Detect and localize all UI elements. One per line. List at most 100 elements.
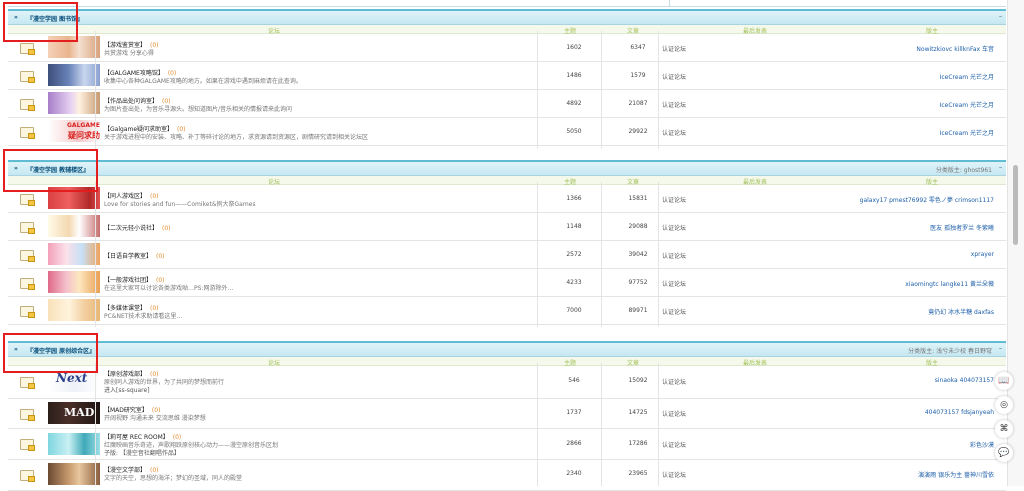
- section-moderators[interactable]: 分类版主: 浅兮未少校 春日野穹: [908, 346, 992, 355]
- forum-thumbnail[interactable]: GALGAME 疑问求助: [48, 120, 100, 142]
- forum-status-icon: [20, 194, 35, 206]
- forum-thumbnail[interactable]: [48, 92, 100, 114]
- forum-status-icon: [20, 377, 35, 389]
- forum-thumbnail[interactable]: Next: [48, 370, 100, 392]
- forum-status-icon: [20, 278, 35, 290]
- forum-row[interactable]: 【漫空文学部】 (0) 文字的天空，思想的海洋；梦幻的圣域，同人的殿堂 2340 …: [8, 460, 1006, 491]
- forum-name[interactable]: 【二次元轻小说社】 (0): [104, 223, 171, 232]
- forum-description: 文字的天空，思想的海洋；梦幻的圣域，同人的殿堂: [104, 475, 243, 482]
- forum-thumbnail[interactable]: [48, 243, 100, 265]
- forum-status-icon: [20, 306, 35, 318]
- moderator-list[interactable]: IceCream 光芒之月: [940, 100, 994, 109]
- forum-row[interactable]: 【一般游戏社团】 (0) 在这里大家可以讨论各类游戏呦…PS:网游除外… 4233…: [8, 269, 1006, 297]
- section-teaching: » 『漫空学园 教辅楼区』 分类版主: ghost961 – 论坛 主题 文章 …: [8, 160, 1006, 325]
- moderator-list[interactable]: sinaoka 404073157: [935, 377, 994, 384]
- forum-row[interactable]: 【莉可屋 REC ROOM】 (0) 红魔映画音乐奇迹，声歌翔跃原创核心动力——漫…: [8, 429, 1006, 460]
- forum-description: 开阔视野 沟通未来 交流思维 漫染梦想: [104, 415, 206, 422]
- qrcode-icon[interactable]: ⌘: [995, 420, 1013, 438]
- forum-row[interactable]: MAD 【MAD研究室】 (0) 开阔视野 沟通未来 交流思维 漫染梦想 1737…: [8, 399, 1006, 429]
- scrollbar[interactable]: [1007, 0, 1024, 486]
- last-post: 认证论坛: [662, 253, 687, 260]
- post-count: 6347: [630, 44, 646, 51]
- collapse-icon[interactable]: –: [999, 13, 1002, 20]
- book-icon[interactable]: 📖: [995, 372, 1013, 390]
- forum-name[interactable]: 【日语自学教室】 (0): [104, 251, 165, 260]
- help-icon[interactable]: ◎: [995, 396, 1013, 414]
- post-count: 23965: [628, 470, 648, 477]
- column-divider: [601, 31, 602, 149]
- column-header: 论坛 主题 文章 最后发表 版主: [8, 176, 1006, 186]
- forum-row[interactable]: 【GALGAME攻略馆】 (0) 收集中心各种GALGAME攻略的地方。如果在游戏…: [8, 62, 1006, 90]
- forum-description: Love for stories and fun——Comiket&例大祭Gam…: [104, 201, 256, 208]
- moderator-list[interactable]: 竟仍幻 冰水半糖 daxfas: [928, 307, 994, 316]
- collapse-icon[interactable]: –: [999, 164, 1002, 171]
- forum-thumbnail[interactable]: [48, 64, 100, 86]
- annotation-box: [3, 149, 98, 192]
- forum-thumbnail[interactable]: MAD: [48, 402, 100, 424]
- column-divider: [658, 182, 659, 327]
- section-header: » 『漫空学园 教辅楼区』 分类版主: ghost961 –: [8, 160, 1006, 176]
- moderator-list[interactable]: xiaomingtc langke11 黄兰朵薇: [905, 279, 994, 288]
- forum-row[interactable]: Next 【原创游戏部】 (0) 原创同人游戏的世界，为了共同的梦想而前行 进入[…: [8, 366, 1006, 399]
- previous-section-bottom: [8, 0, 1006, 7]
- topic-count: 7000: [566, 307, 582, 314]
- last-post: 认证论坛: [662, 309, 687, 316]
- forum-description: 关于游戏进程中的安装、攻略、补丁等碎讨论的地方，求资源请到资源区，剧情研究请到相…: [104, 134, 369, 141]
- moderator-list[interactable]: xprayer: [971, 251, 994, 258]
- column-divider: [95, 363, 96, 486]
- topic-count: 1737: [566, 409, 582, 416]
- moderator-list[interactable]: IceCream 光芒之月: [940, 128, 994, 137]
- moderator-list[interactable]: 彩色沙漠: [970, 440, 994, 449]
- forum-extra-link[interactable]: 进入[ss-square]: [104, 385, 150, 394]
- topic-count: 2866: [566, 440, 582, 447]
- section-header: » 『漫空学园 图书馆』 –: [8, 9, 1006, 25]
- forum-description: 共赏游戏 分享心得: [104, 50, 154, 57]
- moderator-list[interactable]: galaxy17 pmest76992 零色ノ夢 crimson1117: [860, 195, 994, 204]
- forum-thumbnail[interactable]: [48, 463, 100, 485]
- annotation-box: [3, 2, 78, 42]
- last-post: 认证论坛: [662, 281, 687, 288]
- moderator-list[interactable]: Nowitzkiovc killknFax 车音: [916, 44, 994, 53]
- post-count: 89971: [628, 307, 648, 314]
- moderator-list[interactable]: 医友 孤独者罗兰 冬紫曦: [930, 223, 994, 232]
- forum-row[interactable]: 【作品出处问询室】 (0) 为图片查出处，为音乐寻源头。想知道图片/音乐相关的情报…: [8, 90, 1006, 118]
- topic-count: 546: [568, 377, 580, 384]
- forum-row[interactable]: 【多媒体课堂】 (0) PC&NET技术求助请看这里… 7000 89971 认证…: [8, 297, 1006, 325]
- column-header: 论坛 主题 文章 最后发表 版主: [8, 357, 1006, 367]
- topic-count: 1486: [566, 72, 582, 79]
- post-count: 39042: [628, 251, 648, 258]
- forum-row[interactable]: 【二次元轻小说社】 (0) 1148 29088 认证论坛 医友 孤独者罗兰 冬紫…: [8, 213, 1006, 241]
- last-post: 认证论坛: [662, 411, 687, 418]
- post-count: 15831: [628, 195, 648, 202]
- forum-thumbnail[interactable]: [48, 299, 100, 321]
- moderator-list[interactable]: 404073157 fdsjanyeah: [925, 409, 994, 416]
- scrollbar-thumb[interactable]: [1013, 165, 1018, 245]
- section-moderators[interactable]: 分类版主: ghost961: [936, 165, 992, 174]
- forum-status-icon: [20, 222, 35, 234]
- forum-row[interactable]: 【游戏鉴赏室】 (0) 共赏游戏 分享心得 1602 6347 认证论坛 Nowi…: [8, 34, 1006, 62]
- post-count: 29088: [628, 223, 648, 230]
- forum-row[interactable]: 【同人游戏区】 (0) Love for stories and fun——Com…: [8, 185, 1006, 213]
- post-count: 17286: [628, 440, 648, 447]
- forum-row[interactable]: 【日语自学教室】 (0) 2572 39042 认证论坛 xprayer: [8, 241, 1006, 269]
- forum-thumbnail[interactable]: [48, 433, 100, 455]
- chat-icon[interactable]: 💬: [995, 444, 1013, 462]
- forum-row[interactable]: GALGAME 疑问求助 【Galgame疑问求助室】 (0) 关于游戏进程中的安装…: [8, 118, 1006, 146]
- forum-thumbnail[interactable]: [48, 271, 100, 293]
- post-count: 29922: [628, 128, 648, 135]
- collapse-icon[interactable]: –: [999, 345, 1002, 352]
- forum-status-icon: [20, 409, 35, 421]
- column-divider: [658, 363, 659, 486]
- last-post: 认证论坛: [662, 46, 687, 53]
- moderator-list[interactable]: IceCream 光芒之月: [940, 72, 994, 81]
- column-divider: [537, 182, 538, 327]
- forum-subforum-link[interactable]: 子版: 【漫空音社翻唱作品】: [104, 448, 180, 457]
- forum-thumbnail[interactable]: [48, 215, 100, 237]
- last-post: 认证论坛: [662, 472, 687, 479]
- moderator-list[interactable]: 演演雨 银乐为主 蔷神川雪依: [918, 470, 994, 479]
- last-post: 认证论坛: [662, 74, 687, 81]
- column-divider: [658, 31, 659, 149]
- column-divider: [601, 363, 602, 486]
- column-header: 论坛 主题 文章 最后发表 版主: [8, 25, 1006, 35]
- topic-count: 2340: [566, 470, 582, 477]
